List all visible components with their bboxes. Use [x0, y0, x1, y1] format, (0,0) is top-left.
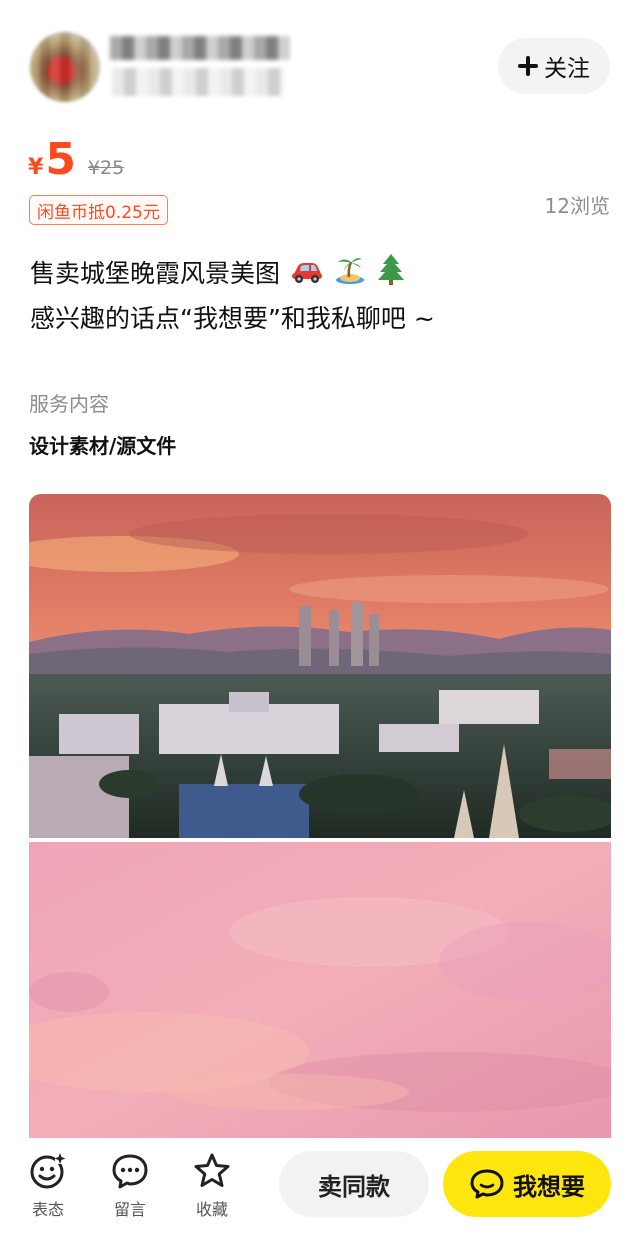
- price-row: ¥ 5 ¥25: [28, 138, 124, 188]
- favorite-button[interactable]: 收藏: [184, 1152, 240, 1220]
- follow-label: 关注: [544, 56, 590, 82]
- service-value: 设计素材/源文件: [29, 434, 177, 458]
- seller-info-blurred: [112, 68, 284, 96]
- description-title: 售卖城堡晚霞风景美图: [30, 259, 281, 288]
- sell-same-button[interactable]: 卖同款: [279, 1151, 429, 1217]
- chat-icon: [470, 1169, 504, 1199]
- description-line-1: 售卖城堡晚霞风景美图: [30, 252, 610, 298]
- comment-label: 留言: [113, 1200, 146, 1219]
- plus-icon: [518, 56, 538, 76]
- follow-button[interactable]: 关注: [498, 38, 610, 94]
- view-count: 12浏览: [544, 194, 610, 218]
- seller-name-blurred[interactable]: [110, 36, 290, 60]
- car-icon: [290, 255, 324, 296]
- want-button[interactable]: 我想要: [443, 1151, 611, 1217]
- pink-sky-photo[interactable]: [29, 842, 611, 1142]
- coin-deduct-badge: 闲鱼币抵0.25元: [29, 195, 168, 225]
- description-line-2: 感兴趣的话点“我想要”和我私聊吧 ~: [30, 304, 435, 333]
- express-label: 表态: [31, 1200, 64, 1219]
- star-icon: [194, 1153, 230, 1187]
- comment-button[interactable]: 留言: [102, 1152, 158, 1220]
- current-price: 5: [45, 134, 76, 185]
- island-icon: [334, 253, 366, 297]
- currency-symbol: ¥: [28, 155, 44, 180]
- bottom-action-bar: 表态 留言 收藏 卖同款 我想要: [0, 1138, 640, 1233]
- original-price: ¥25: [87, 157, 125, 179]
- seller-header: 关注: [0, 0, 640, 130]
- express-button[interactable]: 表态: [20, 1152, 76, 1220]
- chat-bubble-icon: [112, 1154, 148, 1189]
- smile-sparkle-icon: [30, 1152, 67, 1189]
- item-description: 售卖城堡晚霞风景美图 感兴趣的话点“我想要”和我私聊吧 ~: [30, 252, 610, 339]
- castle-sunset-photo[interactable]: [29, 494, 611, 838]
- service-label: 服务内容: [29, 392, 109, 416]
- tree-icon: [376, 252, 406, 298]
- favorite-label: 收藏: [195, 1200, 228, 1219]
- want-label: 我想要: [513, 1172, 585, 1201]
- seller-avatar[interactable]: [30, 32, 100, 102]
